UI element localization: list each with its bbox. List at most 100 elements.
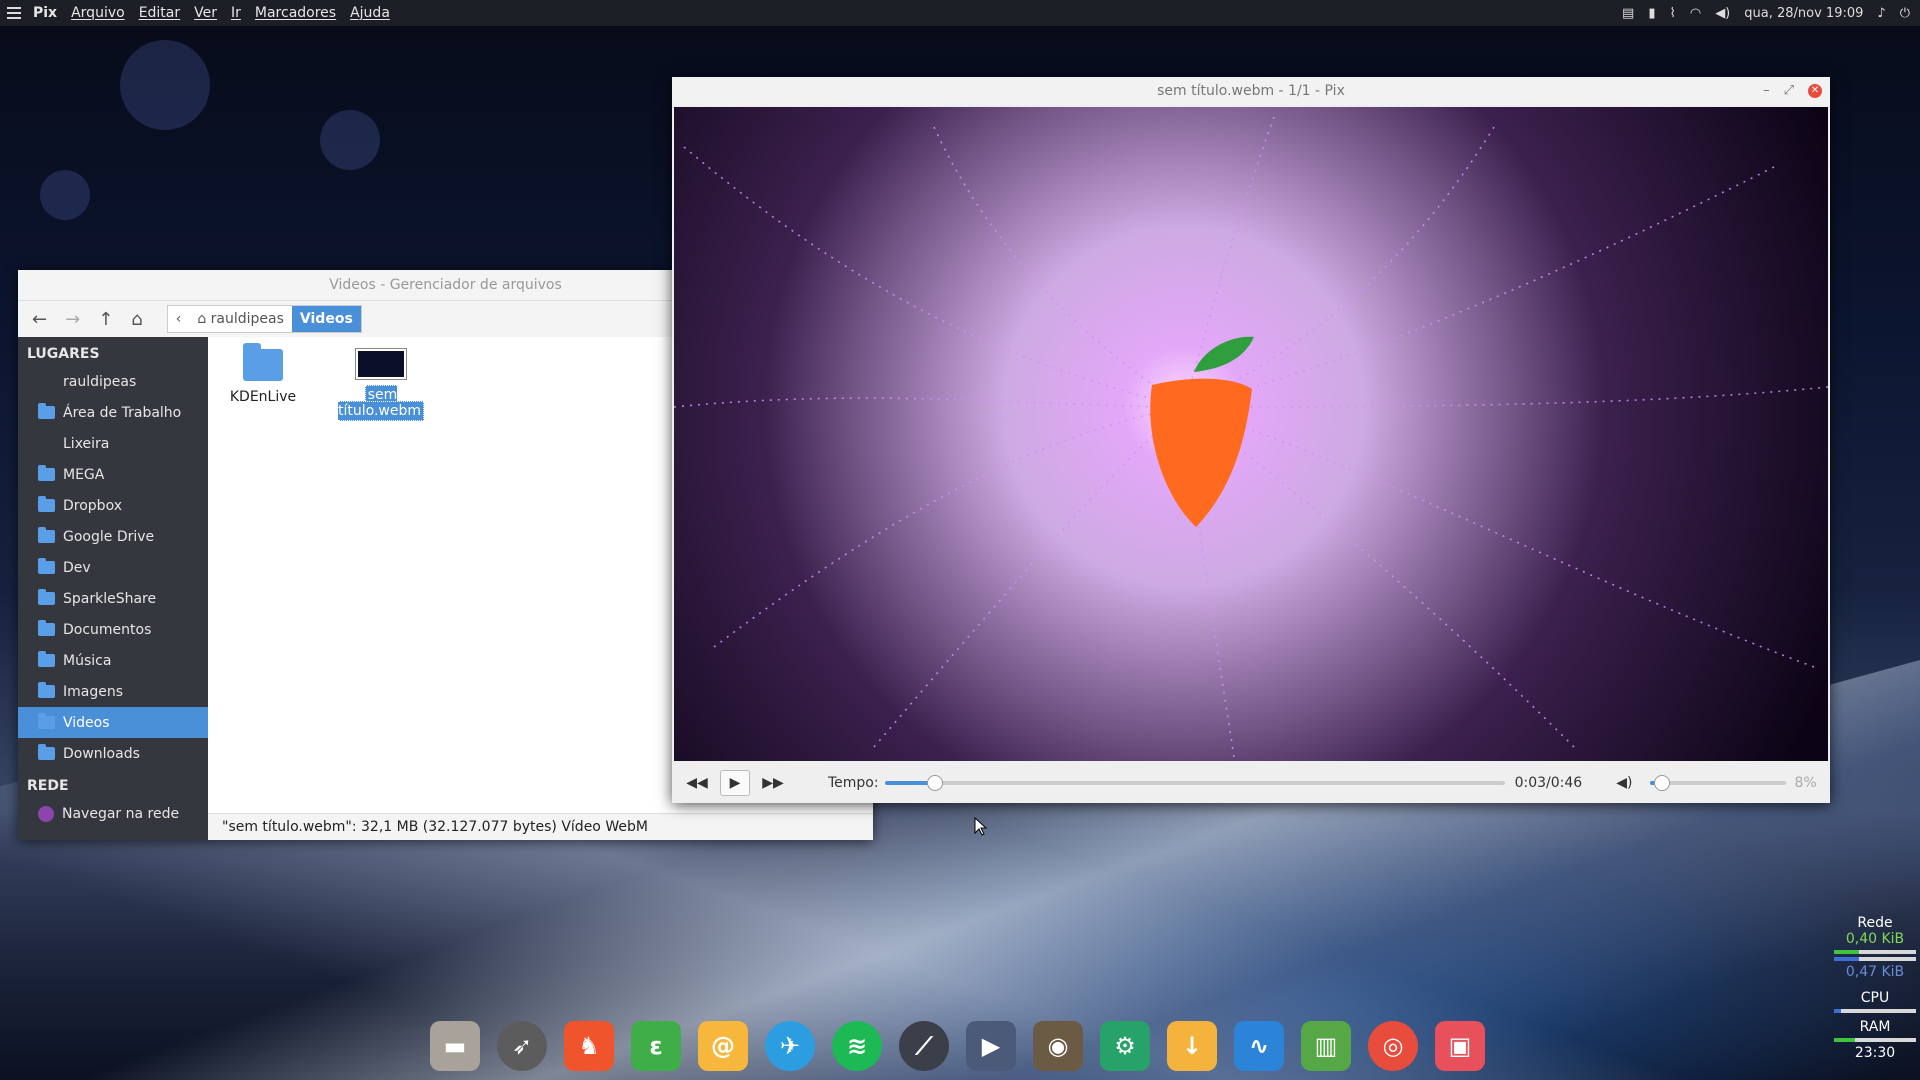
breadcrumb-home-label: rauldipeas xyxy=(210,311,284,327)
menu-ajuda[interactable]: Ajuda xyxy=(350,5,390,21)
sidebar-item-label: Downloads xyxy=(63,745,140,762)
finch-icon[interactable]: ✈ xyxy=(765,1021,815,1071)
video-frame[interactable] xyxy=(674,107,1828,761)
dock: ▬ ➶ ♞ ε @ ✈ ≋ ⟋ ▶ ◉ ⚙ ↓ ∿ ▥ ◎ ▣ xyxy=(430,1016,1485,1076)
sidebar-item-documents[interactable]: Documentos xyxy=(18,614,208,645)
sidebar-item-downloads[interactable]: Downloads xyxy=(18,738,208,769)
volume-icon[interactable]: ◀) xyxy=(1715,6,1730,21)
power-icon[interactable]: ⏻ xyxy=(1900,6,1910,21)
video-thumbnail-icon xyxy=(356,349,406,379)
wifi-icon[interactable]: ◠ xyxy=(1690,6,1701,21)
system-tray: ▤ ▮ ⌇ ◠ ◀) qua, 28/nov 19:09 ♪ ⏻ xyxy=(1622,6,1910,21)
sidebar-item-label: Navegar na rede xyxy=(62,805,180,822)
sidebar-item-dropbox[interactable]: Dropbox xyxy=(18,490,208,521)
sidebar-item-sparkleshare[interactable]: SparkleShare xyxy=(18,583,208,614)
menu-ver[interactable]: Ver xyxy=(194,5,217,21)
menu-editar[interactable]: Editar xyxy=(139,5,180,21)
cpu-bar xyxy=(1834,1009,1916,1013)
net-down-value: 0,40 KiB xyxy=(1845,931,1905,947)
home-icon[interactable]: ⌂ xyxy=(131,309,142,330)
archive-icon[interactable]: ▤ xyxy=(1622,6,1634,21)
mail-icon[interactable]: @ xyxy=(698,1021,748,1071)
sidebar-item-label: Documentos xyxy=(63,621,152,638)
datetime[interactable]: qua, 28/nov 19:09 xyxy=(1744,6,1863,21)
kdenlive-icon[interactable]: ▶ xyxy=(966,1021,1016,1071)
minimize-icon[interactable]: – xyxy=(1763,77,1770,105)
menu-ir[interactable]: Ir xyxy=(231,5,241,21)
top-panel: Pix Arquivo Editar Ver Ir Marcadores Aju… xyxy=(0,0,1920,26)
documents-folder-icon xyxy=(38,620,55,636)
maximize-icon[interactable]: ⤢ xyxy=(1784,77,1794,105)
pix-icon[interactable]: ▣ xyxy=(1435,1021,1485,1071)
sidebar-item-videos[interactable]: Videos xyxy=(18,707,208,738)
sidebar-item-label: Imagens xyxy=(63,683,124,700)
sidebar-item-browse-network[interactable]: Navegar na rede xyxy=(18,798,208,829)
player-titlebar[interactable]: sem título.webm - 1/1 - Pix – ⤢ ✕ xyxy=(672,77,1830,105)
menu-arquivo[interactable]: Arquivo xyxy=(71,5,125,21)
paperclip-icon[interactable]: ⌇ xyxy=(1669,6,1675,21)
seek-handle[interactable] xyxy=(927,775,944,791)
net-up-bar xyxy=(1834,957,1916,961)
sidebar-item-google-drive[interactable]: Google Drive xyxy=(18,521,208,552)
file-manager-icon[interactable]: ▬ xyxy=(430,1021,480,1071)
sidebar-item-label: rauldipeas xyxy=(63,373,137,390)
home-folder-icon xyxy=(38,375,55,388)
app-name[interactable]: Pix xyxy=(33,5,57,21)
sidebar-item-label: Videos xyxy=(63,714,110,731)
brave-icon[interactable]: ♞ xyxy=(564,1021,614,1071)
file-item-video[interactable]: sem título.webm xyxy=(326,337,436,421)
speaker-icon[interactable]: ◀) xyxy=(1616,775,1632,791)
sidebar-item-label: Dropbox xyxy=(63,497,122,514)
audio-wave-icon[interactable]: ∿ xyxy=(1234,1021,1284,1071)
time-label: Tempo: xyxy=(828,775,879,791)
volume-handle[interactable] xyxy=(1654,775,1671,791)
pictures-folder-icon xyxy=(38,682,55,698)
play-button[interactable]: ▶ xyxy=(720,770,750,796)
menu-marcadores[interactable]: Marcadores xyxy=(255,5,336,21)
file-item-kdenlive[interactable]: KDEnLive xyxy=(208,337,318,405)
sidebar-item-desktop[interactable]: Área de Trabalho xyxy=(18,397,208,428)
breadcrumb: ‹ ⌂ rauldipeas Videos xyxy=(166,305,362,333)
player-title: sem título.webm - 1/1 - Pix xyxy=(1157,83,1345,99)
breadcrumb-videos[interactable]: Videos xyxy=(291,306,361,332)
play-icon: ▶ xyxy=(729,775,741,791)
sidebar-item-label: SparkleShare xyxy=(63,590,157,607)
downloads-folder-icon xyxy=(38,744,55,760)
close-icon[interactable]: ✕ xyxy=(1808,84,1822,98)
sidebar-item-home[interactable]: rauldipeas xyxy=(18,366,208,397)
volume-slider[interactable] xyxy=(1650,775,1787,791)
rewind-icon[interactable]: ◀◀ xyxy=(686,775,708,791)
back-arrow-icon[interactable]: ← xyxy=(32,309,47,330)
sidebar-item-images[interactable]: Imagens xyxy=(18,676,208,707)
up-arrow-icon[interactable]: ↑ xyxy=(98,309,113,330)
bell-icon[interactable]: ♪ xyxy=(1877,6,1885,21)
settings-icon[interactable]: ⚙ xyxy=(1100,1021,1150,1071)
evernote-icon[interactable]: ε xyxy=(631,1021,681,1071)
trash-icon[interactable]: ▥ xyxy=(1301,1021,1351,1071)
chevron-left-icon[interactable]: ‹ xyxy=(168,306,190,332)
sidebar-item-mega[interactable]: MEGA xyxy=(18,459,208,490)
seek-slider[interactable] xyxy=(884,775,1505,791)
forward-arrow-icon[interactable]: → xyxy=(65,309,80,330)
link-folder-icon xyxy=(38,496,55,512)
gimp-icon[interactable]: ◉ xyxy=(1033,1021,1083,1071)
sidebar-item-music[interactable]: Música xyxy=(18,645,208,676)
volume-percent: 8% xyxy=(1794,775,1817,791)
breadcrumb-home[interactable]: ⌂ rauldipeas xyxy=(189,306,292,332)
carrot-logo xyxy=(1150,336,1254,527)
spotify-icon[interactable]: ≋ xyxy=(832,1021,882,1071)
sidebar-item-label: Google Drive xyxy=(63,528,155,545)
fast-forward-icon[interactable]: ▶▶ xyxy=(762,775,784,791)
folder-icon xyxy=(243,343,283,381)
help-icon[interactable]: ◎ xyxy=(1368,1021,1418,1071)
sidebar-item-trash[interactable]: Lixeira xyxy=(18,428,208,459)
file-name: KDEnLive xyxy=(229,389,297,405)
rocket-icon[interactable]: ➶ xyxy=(497,1021,547,1071)
download-icon[interactable]: ↓ xyxy=(1167,1021,1217,1071)
window-controls: – ⤢ ✕ xyxy=(1763,77,1822,105)
hamburger-menu-icon[interactable] xyxy=(7,7,21,19)
sidebar-item-dev[interactable]: Dev xyxy=(18,552,208,583)
clipboard-icon[interactable]: ▮ xyxy=(1648,6,1655,21)
net-label: Rede xyxy=(1857,915,1893,931)
ardour-icon[interactable]: ⟋ xyxy=(899,1021,949,1071)
